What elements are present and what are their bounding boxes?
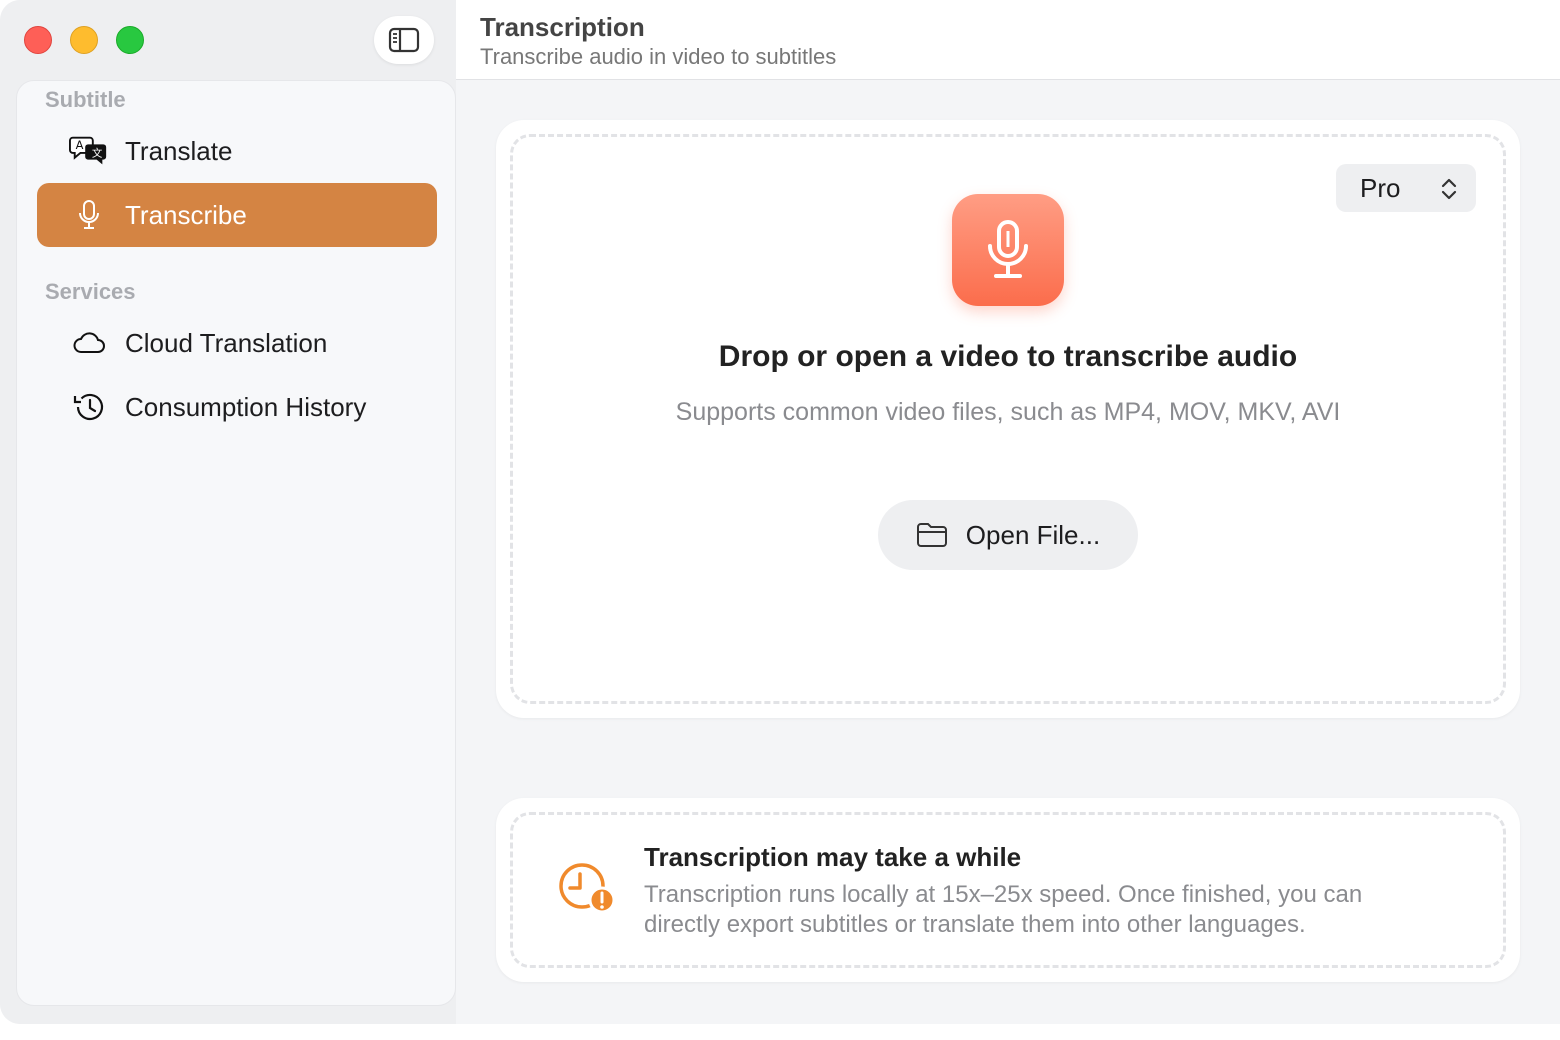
page-title: Transcription	[480, 12, 645, 42]
sidebar-item-label: Consumption History	[125, 391, 367, 422]
page-header: Transcription Transcribe audio in video …	[456, 0, 1560, 80]
clock-warning-icon	[559, 863, 616, 914]
info-card: Transcription may take a while Transcrip…	[496, 798, 1520, 982]
minimize-window-button[interactable]	[70, 26, 98, 54]
page-subtitle: Transcribe audio in video to subtitles	[480, 44, 837, 69]
sidebar-section-subtitle: Subtitle	[45, 87, 126, 112]
zoom-window-button[interactable]	[116, 26, 144, 54]
history-clock-icon	[69, 387, 109, 427]
microphone-tile	[952, 194, 1064, 306]
open-file-label: Open File...	[965, 519, 1101, 550]
sidebar-left-icon	[388, 27, 420, 53]
sidebar-item-consumption-history[interactable]: Consumption History	[37, 375, 437, 439]
sidebar-shell: Subtitle A 文 Translate Transcribe Servic…	[0, 0, 456, 1024]
sidebar-item-label: Transcribe	[125, 199, 247, 230]
sidebar-item-transcribe[interactable]: Transcribe	[37, 183, 437, 247]
drop-zone-subtitle: Supports common video files, such as MP4…	[675, 398, 1341, 426]
svg-text:A: A	[76, 138, 84, 152]
sidebar-item-cloud-translation[interactable]: Cloud Translation	[37, 311, 437, 375]
sidebar-item-label: Cloud Translation	[125, 327, 328, 358]
microphone-icon	[988, 220, 1028, 278]
sidebar-item-translate[interactable]: A 文 Translate	[37, 119, 437, 183]
translate-bubbles-icon: A 文	[69, 131, 109, 171]
app-window: Subtitle A 文 Translate Transcribe Servic…	[0, 0, 1560, 1024]
info-body: Transcription runs locally at 15x–25x sp…	[644, 881, 1363, 938]
model-select-value: Pro	[1360, 172, 1401, 203]
drop-zone-title: Drop or open a video to transcribe audio	[718, 340, 1298, 373]
sidebar-item-label: Translate	[125, 135, 233, 166]
video-drop-zone[interactable]: Pro Drop or open a video to transcribe a…	[496, 120, 1520, 718]
close-window-button[interactable]	[24, 26, 52, 54]
folder-icon	[916, 522, 948, 548]
open-file-button[interactable]: Open File...	[878, 500, 1138, 570]
info-title: Transcription may take a while	[644, 842, 1022, 872]
sidebar-toggle-button[interactable]	[374, 16, 434, 64]
chevron-up-down-icon	[1441, 178, 1457, 200]
microphone-icon	[69, 195, 109, 235]
svg-text:文: 文	[92, 147, 103, 160]
model-select[interactable]: Pro	[1336, 164, 1476, 212]
sidebar-section-services: Services	[45, 279, 136, 304]
sidebar: Subtitle A 文 Translate Transcribe Servic…	[16, 80, 456, 1006]
cloud-icon	[69, 323, 109, 363]
